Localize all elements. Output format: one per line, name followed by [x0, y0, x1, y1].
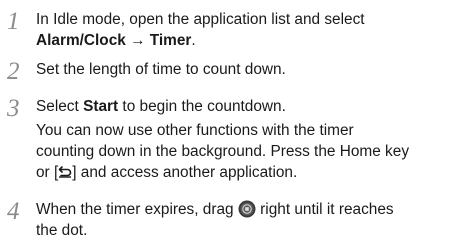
- text-fragment: Select: [36, 98, 84, 115]
- step-line: the dot.: [36, 222, 88, 239]
- menu-path-item: Alarm/Clock: [36, 32, 126, 49]
- start-label: Start: [83, 98, 119, 115]
- timer-stop-handle-icon: [238, 200, 256, 218]
- instructions-page: { "steps": [ { "number": "1", "line1": "…: [0, 0, 457, 240]
- text-fragment: right until it reaches: [255, 201, 394, 218]
- step-text: Select Start to begin the countdown. You…: [36, 96, 456, 183]
- step-number: 3: [7, 95, 20, 122]
- step-number: 2: [7, 58, 20, 85]
- step-line: In Idle mode, open the application list …: [36, 11, 365, 28]
- text-fragment: to begin the countdown.: [118, 98, 286, 115]
- punctuation: .: [191, 32, 196, 49]
- step-number: 4: [7, 198, 20, 225]
- step-line: Select Start to begin the countdown.: [36, 96, 456, 117]
- menu-path-item: Timer: [149, 32, 192, 49]
- step-line: Set the length of time to count down.: [36, 61, 286, 78]
- note-line: or [ ] and access another application.: [36, 162, 456, 183]
- step-text: In Idle mode, open the application list …: [36, 9, 456, 51]
- note-line: counting down in the background. Press t…: [36, 143, 410, 160]
- note-line: You can now use other functions with the…: [36, 122, 354, 139]
- step-number: 1: [7, 8, 20, 35]
- text-fragment: ] and access another application.: [72, 164, 298, 181]
- text-fragment: When the timer expires, drag: [36, 201, 238, 218]
- step-text: When the timer expires, drag right until…: [36, 199, 456, 241]
- step-text: Set the length of time to count down.: [36, 59, 456, 80]
- arrow-icon: →: [130, 32, 146, 49]
- back-arrow-icon: [58, 166, 72, 178]
- text-fragment: or [: [36, 164, 59, 181]
- menu-path: Alarm/Clock → Timer.: [36, 30, 456, 51]
- step-line: When the timer expires, drag right until…: [36, 199, 456, 220]
